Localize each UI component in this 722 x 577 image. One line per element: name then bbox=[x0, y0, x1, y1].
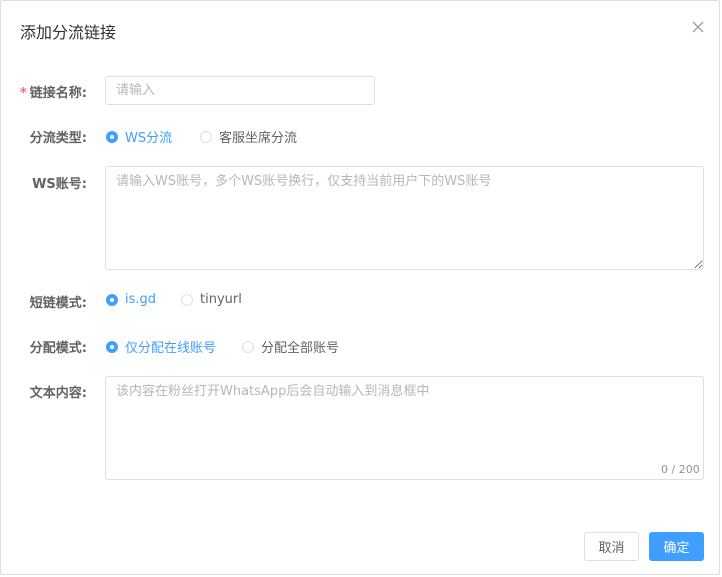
char-counter: 0 / 200 bbox=[661, 463, 700, 476]
radio-unchecked-icon bbox=[200, 130, 212, 143]
text-content-textarea[interactable] bbox=[105, 376, 704, 480]
dialog-title: 添加分流链接 bbox=[20, 23, 117, 42]
radio-checked-icon bbox=[106, 340, 118, 353]
radio-unchecked-icon bbox=[181, 293, 193, 306]
assign-option-online[interactable]: 仅分配在线账号 bbox=[106, 337, 216, 356]
radio-checked-icon bbox=[106, 293, 118, 306]
required-mark: * bbox=[19, 86, 27, 101]
assign-mode-label: 分配模式: bbox=[29, 341, 87, 356]
split-type-label: 分流类型: bbox=[29, 131, 87, 146]
ws-account-textarea[interactable] bbox=[105, 166, 704, 270]
short-link-option-tinyurl[interactable]: tinyurl bbox=[181, 292, 242, 307]
short-link-option-isgd[interactable]: is.gd bbox=[106, 292, 156, 307]
assign-option-all[interactable]: 分配全部账号 bbox=[242, 337, 339, 356]
ws-account-label: WS账号: bbox=[32, 177, 87, 192]
short-link-mode-label: 短链模式: bbox=[29, 296, 87, 311]
link-name-label: * 链接名称: bbox=[19, 86, 87, 101]
cancel-button[interactable]: 取消 bbox=[584, 532, 639, 561]
add-split-link-dialog: 添加分流链接 *链接名称: 分流类型: WS分流 客服坐席分流 WS账号: 短链… bbox=[0, 0, 720, 575]
split-type-option-agent[interactable]: 客服坐席分流 bbox=[200, 127, 297, 146]
confirm-button[interactable]: 确定 bbox=[649, 532, 704, 561]
radio-checked-icon bbox=[106, 130, 118, 143]
link-name-input[interactable] bbox=[105, 76, 375, 105]
close-icon[interactable] bbox=[691, 20, 705, 34]
radio-unchecked-icon bbox=[242, 340, 254, 353]
text-content-label: 文本内容: bbox=[29, 386, 87, 401]
split-type-option-ws[interactable]: WS分流 bbox=[106, 127, 172, 146]
